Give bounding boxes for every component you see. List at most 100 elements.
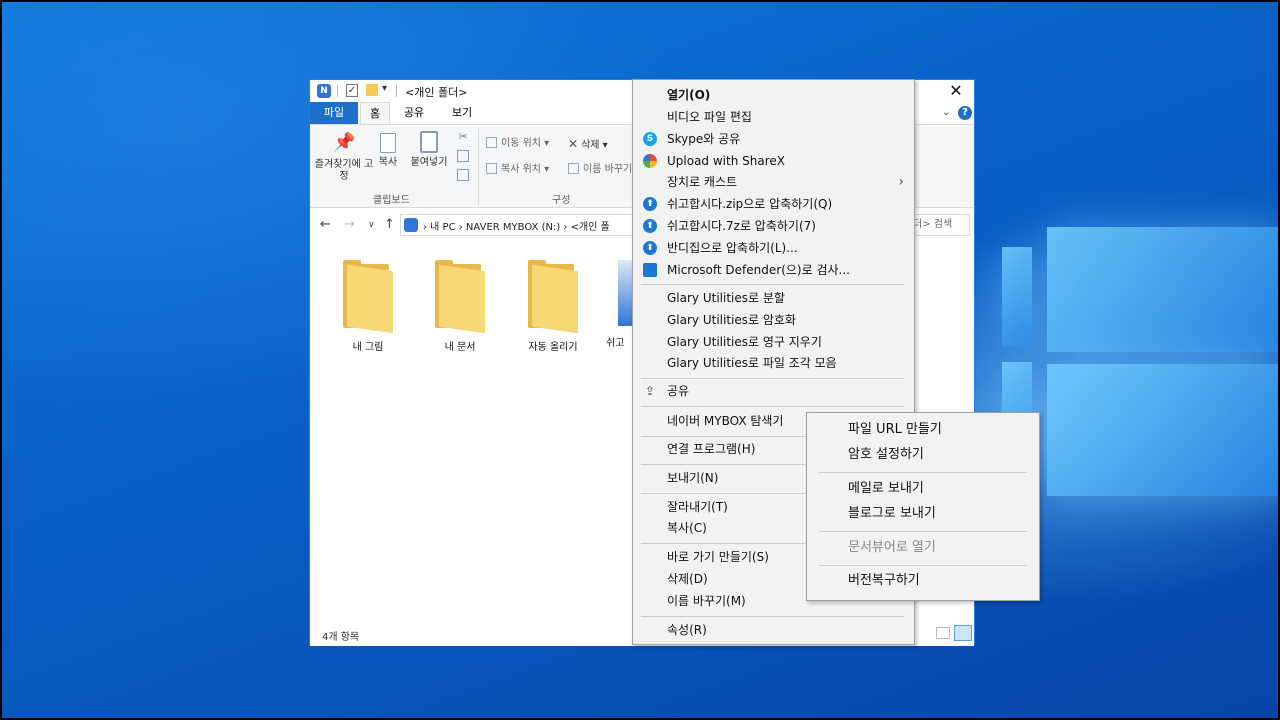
group-label-organize: 구성 [552, 195, 571, 206]
menu-separator [641, 616, 904, 617]
menu-item-label: 장치로 캐스트 [667, 175, 738, 189]
menu-item-label: Skype와 공유 [667, 132, 741, 146]
folder-label: 내 그림 [352, 342, 384, 353]
menu-item-properties[interactable]: 속성(R) [633, 619, 914, 641]
menu-item-easy-7z[interactable]: ⬆ 쉬고합시다.7z로 압축하기(7) [633, 215, 914, 237]
menu-separator [641, 284, 904, 285]
forward-arrow-icon[interactable]: → [344, 217, 355, 232]
skype-icon: S [643, 132, 657, 146]
folder-item[interactable]: 자동 올리기 [513, 252, 593, 353]
menu-item-label: Microsoft Defender(으)로 검사... [667, 263, 850, 277]
copy-path-icon[interactable] [457, 150, 469, 162]
submenu-item-send-blog[interactable]: 블로그로 보내기 [807, 502, 1039, 526]
toolbar-separator [396, 85, 397, 97]
mybox-drive-icon [404, 218, 418, 232]
item-count: 4개 항목 [322, 632, 360, 643]
copy-to-button[interactable]: 복사 위치 ▾ [486, 161, 549, 179]
menu-item-label: 반디집으로 압축하기(L)... [667, 241, 798, 255]
delete-x-icon: ✕ [568, 137, 579, 151]
menu-item-share[interactable]: ⇪ 공유 [633, 380, 914, 402]
copy-to-icon [486, 163, 497, 174]
folder-icon [343, 260, 393, 334]
folder-label: 내 문서 [444, 342, 476, 353]
menu-separator [641, 378, 904, 379]
up-arrow-icon[interactable]: ↑ [384, 217, 395, 232]
scissors-icon[interactable]: ✂ [457, 131, 469, 143]
copy-label: 복사 [378, 157, 398, 168]
menu-item-sharex-upload[interactable]: Upload with ShareX [633, 150, 914, 172]
submenu-item-send-mail[interactable]: 메일로 보내기 [807, 477, 1039, 501]
menu-item-cast-to-device[interactable]: 장치로 캐스트 › [633, 171, 914, 193]
properties-check-icon[interactable]: ✓ [346, 84, 358, 97]
recent-locations-chevron-icon[interactable]: ∨ [368, 220, 375, 230]
pin-label: 즐겨찾기에 고정 [314, 159, 374, 182]
share-icon: ⇪ [644, 384, 656, 398]
close-icon[interactable]: ✕ [940, 80, 972, 102]
folder-item[interactable]: 내 그림 [328, 252, 408, 353]
menu-separator [819, 531, 1027, 532]
window-title: <개인 폴더> [405, 86, 468, 99]
desktop: N ✓ ▾ <개인 폴더> ✕ 파일 홈 공유 보기 ⌄ ? 📌 즐겨찾기에 고… [0, 0, 1280, 720]
new-folder-icon[interactable] [366, 84, 378, 96]
tab-view[interactable]: 보기 [442, 102, 482, 124]
paste-label: 붙여넣기 [410, 157, 448, 168]
quick-access-dropdown-icon[interactable]: ▾ [382, 83, 387, 94]
paste-button[interactable]: 붙여넣기 [406, 131, 452, 169]
move-to-icon [486, 137, 497, 148]
menu-item-bandizip[interactable]: ⬆ 반디집으로 압축하기(L)... [633, 237, 914, 259]
rename-button[interactable]: 이름 바꾸기 [568, 161, 632, 179]
folder-item[interactable]: 내 문서 [420, 252, 500, 353]
help-icon[interactable]: ? [958, 106, 972, 120]
move-to-label: 이동 위치 [501, 138, 541, 149]
large-icons-view-icon[interactable] [954, 625, 972, 641]
menu-item-skype-share[interactable]: S Skype와 공유 [633, 128, 914, 150]
folder-icon [528, 260, 578, 334]
address-bar[interactable]: › 내 PC › NAVER MYBOX (N:) › <개인 폴 [400, 214, 640, 236]
folder-label: 자동 올리기 [528, 342, 578, 353]
submenu-item-version-restore[interactable]: 버전복구하기 [807, 569, 1039, 593]
chevron-right-icon: › [898, 174, 904, 190]
toolbar-separator [337, 85, 338, 97]
search-input[interactable]: 더> 검색 [910, 214, 970, 236]
details-view-icon[interactable] [936, 627, 950, 639]
breadcrumb: › 내 PC › NAVER MYBOX (N:) › <개인 폴 [423, 222, 610, 233]
menu-item-open[interactable]: 열기(O) [633, 84, 914, 106]
menu-item-label: Upload with ShareX [667, 154, 785, 168]
bandizip-icon: ⬆ [643, 241, 657, 255]
group-label-clipboard: 클립보드 [373, 195, 410, 206]
tab-share[interactable]: 공유 [394, 102, 434, 124]
submenu-item-make-url[interactable]: 파일 URL 만들기 [807, 418, 1039, 442]
clipboard-icon [420, 131, 438, 153]
paste-shortcut-icon[interactable] [457, 169, 469, 181]
group-separator [478, 129, 479, 205]
back-arrow-icon[interactable]: ← [320, 217, 331, 232]
rename-icon [568, 163, 579, 174]
delete-button[interactable]: ✕ 삭제 ▾ [568, 135, 608, 153]
tab-file[interactable]: 파일 [310, 102, 358, 124]
menu-separator [819, 472, 1027, 473]
menu-item-easy-zip[interactable]: ⬆ 쉬고합시다.zip으로 압축하기(Q) [633, 193, 914, 215]
menu-item-label: 공유 [667, 384, 690, 398]
menu-item-glary-wipe[interactable]: Glary Utilities로 영구 지우기 [633, 331, 914, 353]
tab-home[interactable]: 홈 [360, 102, 390, 124]
move-to-button[interactable]: 이동 위치 ▾ [486, 135, 549, 153]
sharex-icon [643, 154, 657, 168]
pin-to-quick-access-button[interactable]: 📌 즐겨찾기에 고정 [314, 131, 374, 183]
menu-item-defender-scan[interactable]: Microsoft Defender(으)로 검사... [633, 259, 914, 281]
mybox-submenu: 파일 URL 만들기 암호 설정하기 메일로 보내기 블로그로 보내기 문서뷰어… [806, 412, 1040, 601]
menu-separator [641, 406, 904, 407]
chevron-down-icon[interactable]: ⌄ [942, 107, 950, 118]
menu-item-glary-encrypt[interactable]: Glary Utilities로 암호화 [633, 309, 914, 331]
submenu-item-set-password[interactable]: 암호 설정하기 [807, 443, 1039, 467]
windows-logo-pane [1047, 227, 1278, 352]
bandizip-icon: ⬆ [643, 197, 657, 211]
mybox-app-icon[interactable]: N [317, 84, 331, 98]
menu-item-edit-video[interactable]: 비디오 파일 편집 [633, 106, 914, 128]
folder-icon [435, 260, 485, 334]
menu-item-glary-split[interactable]: Glary Utilities로 분할 [633, 287, 914, 309]
menu-item-label: 쉬고합시다.7z로 압축하기(7) [667, 219, 816, 233]
menu-item-glary-defrag[interactable]: Glary Utilities로 파일 조각 모음 [633, 352, 914, 374]
copy-button[interactable]: 복사 [374, 131, 402, 169]
delete-label: 삭제 [581, 140, 600, 151]
defender-shield-icon [643, 263, 657, 277]
